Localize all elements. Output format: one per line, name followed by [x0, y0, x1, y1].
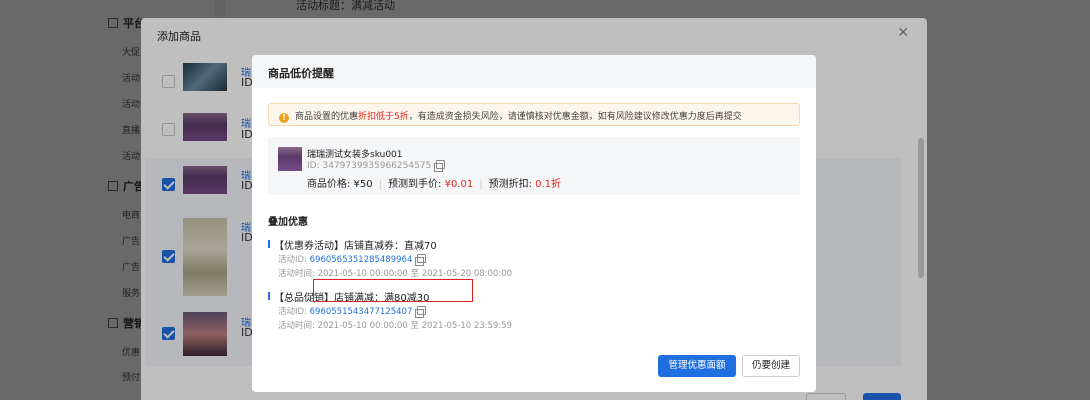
- predicted-price-label: 预测到手价:: [388, 179, 442, 190]
- promotion-id: 活动ID: 6960551543477125407: [278, 305, 427, 318]
- product-id: ID: 3479739935966254575: [307, 160, 446, 172]
- dialog-title: 商品低价提醒: [252, 55, 816, 88]
- divider: |: [479, 179, 483, 190]
- promotion-marker: [268, 292, 270, 300]
- copy-icon[interactable]: [415, 306, 427, 318]
- product-thumbnail: [278, 147, 302, 171]
- promotion-marker: [268, 240, 270, 248]
- manage-discount-button[interactable]: 管理优惠面额: [658, 355, 736, 377]
- low-price-alert-dialog: 商品低价提醒 ! 商品设置的优惠折扣低于5折，有造成资金损失风险，请谨慎核对优惠金…: [252, 55, 816, 392]
- predicted-discount-value: 0.1折: [535, 179, 562, 190]
- product-id-text: ID: 3479739935966254575: [307, 161, 432, 171]
- warning-banner: ! 商品设置的优惠折扣低于5折，有造成资金损失风险，请谨慎核对优惠金额，如有风险建…: [268, 103, 800, 126]
- promotion-time: 活动时间: 2021-05-10 00:00:00 至 2021-05-20 0…: [278, 269, 513, 279]
- product-name: 瑞瑞测试女装多sku001: [307, 150, 403, 160]
- promotion-time: 活动时间: 2021-05-10 00:00:00 至 2021-05-10 2…: [278, 321, 513, 331]
- warning-text-before: 商品设置的优惠: [295, 112, 359, 122]
- warning-text-after: ，有造成资金损失风险，请谨慎核对优惠金额，如有风险建议修改优惠力度后再提交: [408, 112, 742, 122]
- promotion-id-label: 活动ID:: [278, 255, 307, 265]
- promotion-id-label: 活动ID:: [278, 307, 307, 317]
- promotion-id-link[interactable]: 6960551543477125407: [310, 307, 413, 317]
- section-title: 叠加优惠: [268, 217, 308, 228]
- product-card: 瑞瑞测试女装多sku001 ID: 3479739935966254575 商品…: [268, 137, 800, 195]
- predicted-discount-label: 预测折扣:: [488, 179, 532, 190]
- promotion-id-link[interactable]: 6960565351285489964: [310, 255, 413, 265]
- create-anyway-button[interactable]: 仍要创建: [742, 355, 800, 377]
- predicted-price-value: ¥0.01: [444, 179, 474, 190]
- copy-icon[interactable]: [415, 254, 427, 266]
- warning-text-highlight: 折扣低于5折: [358, 112, 409, 122]
- highlight-annotation-box: [313, 279, 473, 302]
- product-price: 商品价格: ¥50: [307, 179, 373, 190]
- promotion-id: 活动ID: 6960565351285489964: [278, 253, 427, 266]
- divider: |: [378, 179, 383, 190]
- copy-icon[interactable]: [434, 160, 446, 172]
- price-summary: 商品价格: ¥50 | 预测到手价: ¥0.01 | 预测折扣: 0.1折: [307, 175, 561, 190]
- promotion-title: 【优惠券活动】店铺直减券：直减70: [274, 241, 437, 252]
- warning-icon: !: [279, 113, 289, 123]
